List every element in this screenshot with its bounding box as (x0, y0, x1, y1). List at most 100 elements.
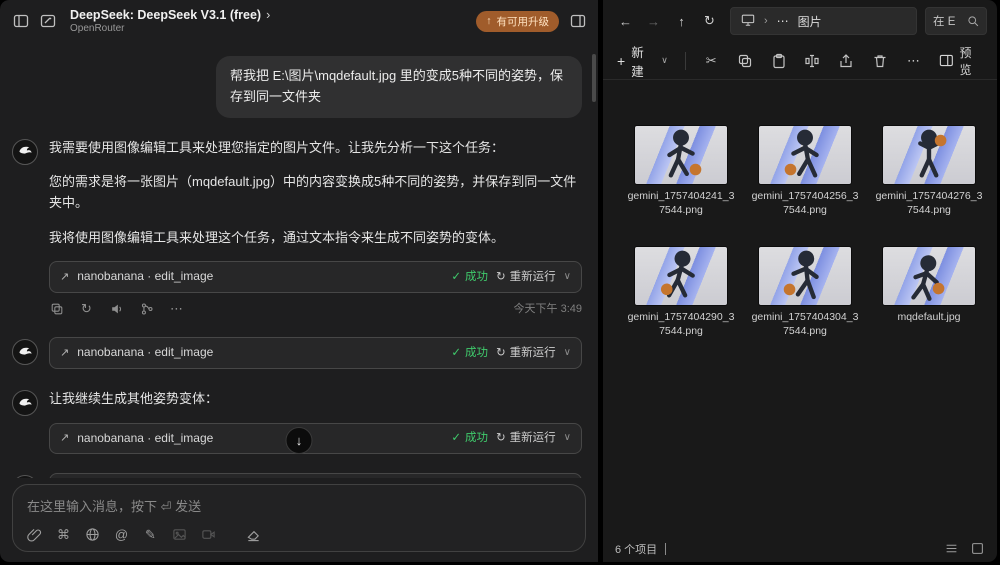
check-icon: ✓ (451, 344, 461, 363)
mention-icon[interactable]: @ (114, 527, 129, 542)
up-icon[interactable]: ↑ (669, 9, 694, 34)
file-item[interactable]: gemini_1757404276_37544.png (867, 126, 991, 217)
new-button[interactable]: + 新建 ∨ (617, 42, 668, 80)
video-icon[interactable] (201, 527, 216, 542)
upgrade-badge[interactable]: ↑ 有可用升级 (476, 11, 559, 32)
file-thumbnail (883, 126, 975, 184)
expand-icon[interactable]: ∨ (564, 345, 571, 362)
model-selector[interactable]: DeepSeek: DeepSeek V3.1 (free) › OpenRou… (70, 8, 270, 34)
assistant-paragraph: 您的需求是将一张图片（mqdefault.jpg）中的内容变换成5种不同的姿势，… (49, 171, 582, 214)
tool-status: ✓ 成功 (451, 429, 488, 448)
scroll-to-bottom-button[interactable]: ↓ (286, 427, 313, 454)
file-item[interactable]: mqdefault.jpg (867, 247, 991, 338)
shortcut-icon[interactable]: ⌘ (56, 527, 71, 542)
cut-icon[interactable]: ✂ (703, 52, 720, 69)
tool-status-label: 成功 (465, 268, 488, 287)
rename-icon[interactable] (804, 52, 821, 69)
back-icon[interactable]: ← (613, 9, 638, 34)
new-chat-icon[interactable] (39, 13, 56, 30)
speak-icon[interactable] (109, 302, 124, 317)
tool-status: ✓ 成功 (451, 268, 488, 287)
user-message-row: 帮我把 E:\图片\mqdefault.jpg 里的变成5种不同的姿势，保存到同… (12, 56, 582, 118)
sidebar-toggle-icon[interactable] (12, 13, 29, 30)
file-name: gemini_1757404276_37544.png (875, 190, 983, 217)
preview-toggle[interactable]: 预览 (939, 44, 983, 78)
file-thumbnail (883, 247, 975, 305)
more-icon[interactable]: ⋯ (905, 52, 922, 69)
regenerate-icon[interactable]: ↻ (79, 302, 94, 317)
search-box[interactable]: 在 E (925, 7, 987, 35)
deepseek-avatar (12, 339, 38, 365)
file-name: gemini_1757404241_37544.png (627, 190, 735, 217)
more-icon[interactable]: ⋯ (169, 302, 184, 317)
clear-context-icon[interactable] (246, 527, 261, 542)
file-item[interactable]: gemini_1757404256_37544.png (743, 126, 867, 217)
tool-rerun-label: 重新运行 (510, 429, 556, 448)
new-label: 新建 (631, 42, 655, 80)
chat-header: DeepSeek: DeepSeek V3.1 (free) › OpenRou… (0, 0, 598, 42)
panel-right-icon[interactable] (569, 13, 586, 30)
branch-icon[interactable] (139, 302, 154, 317)
model-title: DeepSeek: DeepSeek V3.1 (free) (70, 8, 261, 22)
timestamp: 今天下午 3:49 (514, 300, 582, 318)
refresh-icon[interactable]: ↻ (697, 9, 722, 34)
tool-icon: ↗ (60, 344, 69, 362)
arrow-down-icon: ↓ (296, 433, 303, 448)
deepseek-avatar (12, 139, 38, 165)
tool-status-label: 成功 (465, 429, 488, 448)
tool-rerun-label: 重新运行 (510, 268, 556, 287)
tool-status: ✓ 成功 (451, 344, 488, 363)
chevron-right-icon: › (764, 15, 768, 27)
upgrade-label: 有可用升级 (497, 14, 550, 29)
breadcrumb-current[interactable]: 图片 (798, 13, 822, 30)
tool-rerun-button[interactable]: ↻ 重新运行 (496, 344, 556, 363)
file-item[interactable]: gemini_1757404241_37544.png (619, 126, 743, 217)
message-actions: ↻ ⋯ 今天下午 3:49 (49, 300, 582, 318)
tool-call-row[interactable]: ↗ nanobanana · edit_image ✓ 成功 ↻ 重新运行 ∨ (49, 423, 582, 455)
paste-icon[interactable] (770, 52, 787, 69)
image-icon[interactable] (172, 527, 187, 542)
chevron-down-icon: ∨ (661, 55, 668, 66)
item-count: 6 个项目 (615, 541, 657, 557)
file-item[interactable]: gemini_1757404290_37544.png (619, 247, 743, 338)
tool-call-row[interactable]: ↗ nanobanana · edit_image ✓ 成功 ↻ 重新运行 ∨ (49, 261, 582, 293)
assistant-message-body: 我需要使用图像编辑工具来处理您指定的图片文件。让我先分析一下这个任务： 您的需求… (49, 137, 582, 319)
chat-window: DeepSeek: DeepSeek V3.1 (free) › OpenRou… (0, 0, 598, 562)
toolbar-divider (685, 52, 686, 70)
details-view-icon[interactable] (943, 541, 959, 557)
assistant-message: 我需要使用图像编辑工具来处理您指定的图片文件。让我先分析一下这个任务： 您的需求… (12, 137, 582, 319)
share-icon[interactable] (838, 52, 855, 69)
file-item[interactable]: gemini_1757404304_37544.png (743, 247, 867, 338)
file-name: gemini_1757404304_37544.png (751, 311, 859, 338)
rerun-icon: ↻ (496, 344, 506, 363)
web-search-icon[interactable] (85, 527, 100, 542)
tool-rerun-button[interactable]: ↻ 重新运行 (496, 429, 556, 448)
message-input[interactable]: 在这里输入消息，按下 ⏎ 发送 ⌘ @ ✎ (12, 484, 586, 552)
tool-call-row[interactable]: ↗ nanobanana · edit_image ✓ 成功 ↻ 重新运行 ∨ (49, 473, 582, 478)
status-divider (665, 543, 666, 555)
input-toolbar: ⌘ @ ✎ (27, 527, 571, 542)
forward-icon[interactable]: → (641, 9, 666, 34)
search-input[interactable]: 在 E (933, 13, 955, 29)
assistant-paragraph: 让我继续生成其他姿势变体： (49, 388, 582, 409)
large-icons-view-icon[interactable] (969, 541, 985, 557)
pen-icon[interactable]: ✎ (143, 527, 158, 542)
tool-icon: ↗ (60, 268, 69, 286)
scrollbar[interactable] (592, 54, 596, 102)
copy-icon[interactable] (737, 52, 754, 69)
expand-icon[interactable]: ∨ (564, 430, 571, 447)
delete-icon[interactable] (871, 52, 888, 69)
attach-icon[interactable] (27, 527, 42, 542)
file-name: gemini_1757404290_37544.png (627, 311, 735, 338)
breadcrumb-overflow[interactable]: ⋯ (777, 14, 789, 28)
copy-icon[interactable] (49, 302, 64, 317)
tool-call-row[interactable]: ↗ nanobanana · edit_image ✓ 成功 ↻ 重新运行 ∨ (49, 337, 582, 369)
expand-icon[interactable]: ∨ (564, 269, 571, 286)
tool-rerun-button[interactable]: ↻ 重新运行 (496, 268, 556, 287)
user-message: 帮我把 E:\图片\mqdefault.jpg 里的变成5种不同的姿势，保存到同… (216, 56, 582, 118)
status-bar: 6 个项目 (603, 535, 997, 562)
address-bar[interactable]: › ⋯ 图片 (730, 7, 917, 35)
deepseek-avatar (12, 475, 38, 478)
preview-icon (939, 53, 954, 68)
assistant-message-body: 让我继续生成其他姿势变体： ↗ nanobanana · edit_image … (49, 388, 582, 454)
